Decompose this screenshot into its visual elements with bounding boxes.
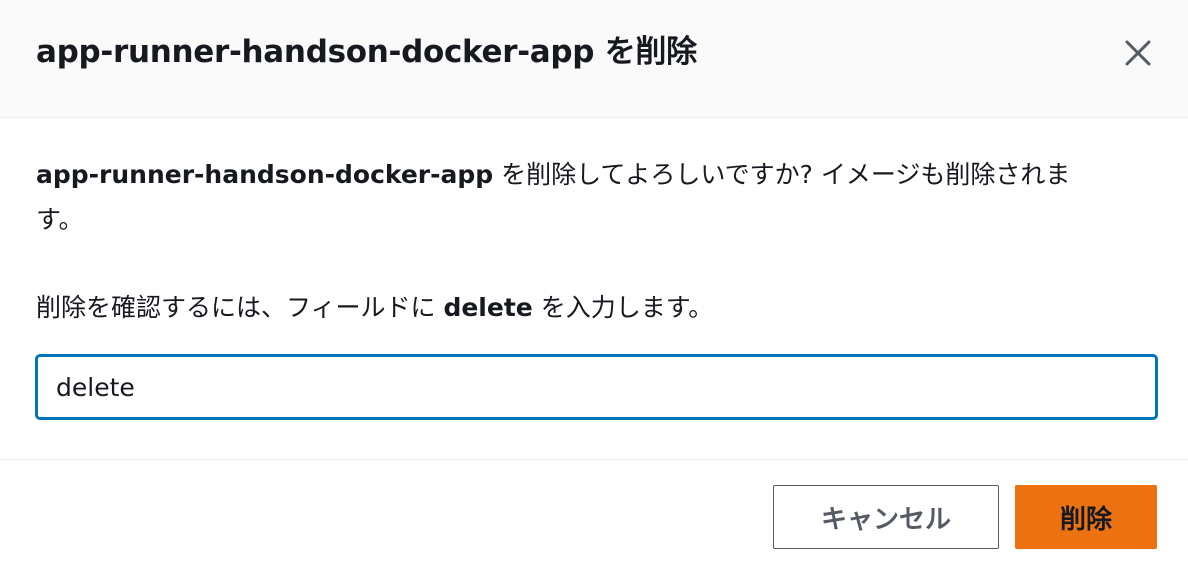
instruction-suffix: を入力します。 [532, 293, 714, 322]
delete-confirm-input[interactable] [36, 355, 1157, 419]
footer-divider [0, 459, 1188, 460]
delete-button[interactable]: 削除 [1015, 485, 1157, 549]
confirm-message: app-runner-handson-docker-app を削除してよろしいで… [36, 152, 1116, 242]
dialog-title: app-runner-handson-docker-app を削除 [36, 30, 697, 74]
dialog-title-suffix: を削除 [594, 34, 697, 70]
close-icon [1125, 40, 1151, 66]
instruction-prefix: 削除を確認するには、フィールドに [36, 293, 444, 322]
dialog-header: app-runner-handson-docker-app を削除 [0, 0, 1188, 118]
instruction-keyword: delete [443, 293, 533, 322]
confirm-app-name: app-runner-handson-docker-app [36, 160, 494, 189]
cancel-button[interactable]: キャンセル [773, 485, 999, 549]
dialog-title-app-name: app-runner-handson-docker-app [36, 34, 595, 70]
delete-dialog: app-runner-handson-docker-app を削除 app-ru… [0, 0, 1188, 568]
instruction-message: 削除を確認するには、フィールドに delete を入力します。 [36, 286, 713, 330]
close-button[interactable] [1118, 33, 1158, 73]
